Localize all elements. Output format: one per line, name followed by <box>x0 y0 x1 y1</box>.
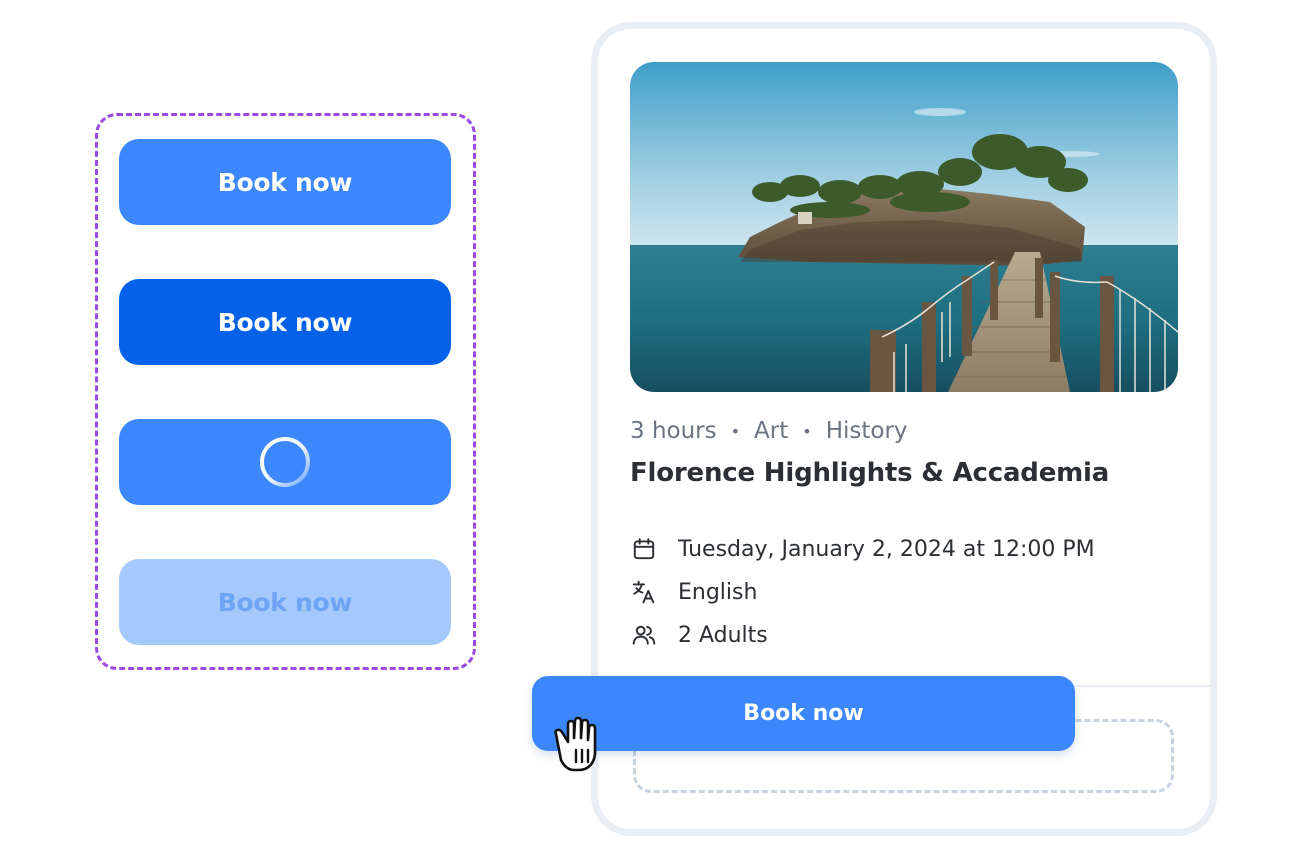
grab-hand-cursor-icon <box>554 716 597 772</box>
tour-date-row: Tuesday, January 2, 2024 at 12:00 PM <box>630 534 1095 564</box>
calendar-icon <box>630 535 658 563</box>
book-now-button-default[interactable]: Book now <box>119 139 451 225</box>
tour-category-history: History <box>825 418 908 444</box>
tour-date: Tuesday, January 2, 2024 at 12:00 PM <box>678 536 1095 562</box>
people-icon <box>630 621 658 649</box>
tour-language: English <box>678 579 758 605</box>
button-label: Book now <box>217 167 353 197</box>
spinner-icon <box>260 437 310 487</box>
meta-separator: • <box>730 421 741 441</box>
meta-separator: • <box>802 421 812 441</box>
button-label: Book now <box>217 307 353 337</box>
tour-title: Florence Highlights & Accademia <box>630 458 1110 488</box>
button-label: Book now <box>217 587 353 617</box>
tour-category-art: Art <box>754 418 789 444</box>
book-now-button-loading[interactable] <box>119 419 451 505</box>
tour-photo <box>630 62 1178 392</box>
tour-language-row: English <box>630 577 757 607</box>
tour-duration: 3 hours <box>630 418 717 444</box>
tour-travelers-row: 2 Adults <box>630 620 768 650</box>
button-label: Book now <box>743 701 864 726</box>
translate-icon <box>630 578 658 606</box>
book-now-button-hover[interactable]: Book now <box>119 279 451 365</box>
book-now-button-disabled: Book now <box>119 559 451 645</box>
tour-travelers: 2 Adults <box>678 622 768 648</box>
tour-meta: 3 hours • Art • History <box>630 414 908 448</box>
